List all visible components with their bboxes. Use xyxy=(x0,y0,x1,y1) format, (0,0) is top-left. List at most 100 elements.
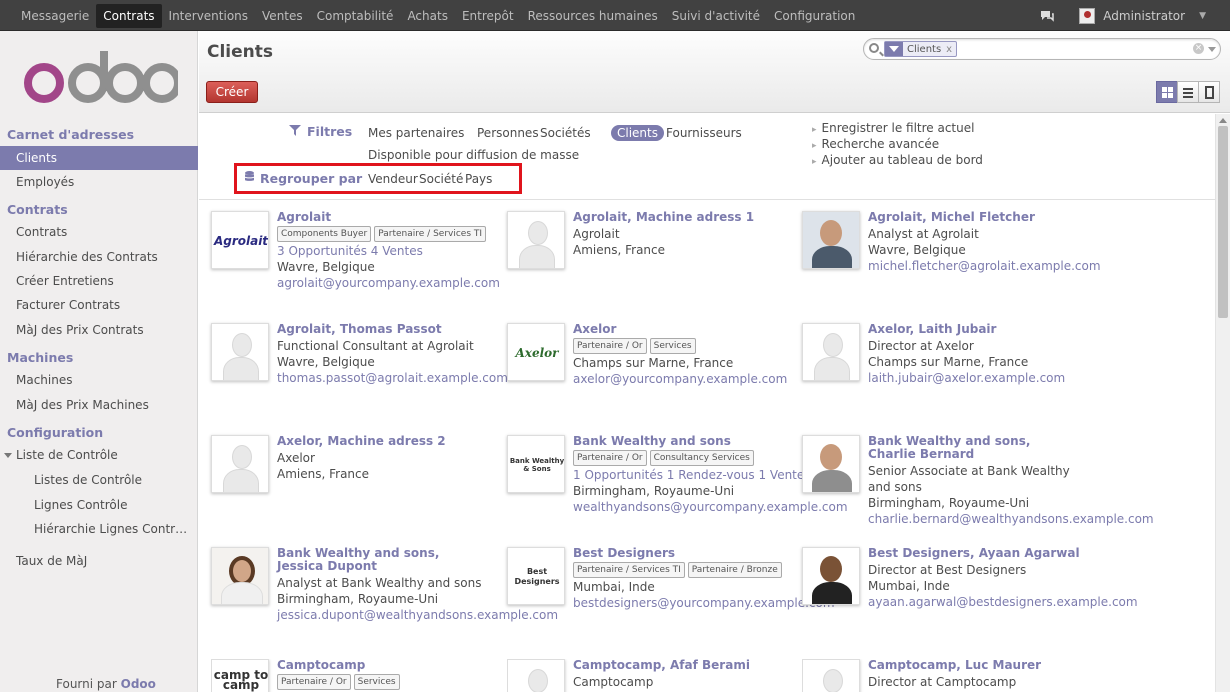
partner-email[interactable]: agrolait@yourcompany.example.com xyxy=(277,275,502,291)
list-view-icon[interactable] xyxy=(1177,81,1199,103)
partner-logo[interactable]: camp to camp xyxy=(211,659,269,692)
caret-down-icon[interactable] xyxy=(4,453,12,458)
topnav-entrepot[interactable]: Entrepôt xyxy=(455,4,521,28)
topnav-ventes[interactable]: Ventes xyxy=(255,4,310,28)
chat-icon[interactable] xyxy=(1039,9,1055,23)
filters-section[interactable]: Filtres xyxy=(289,124,352,139)
topnav-suivi-activite[interactable]: Suivi d'activité xyxy=(665,4,767,28)
partner-email[interactable]: bestdesigners@yourcompany.example.com xyxy=(573,595,835,611)
user-menu[interactable]: Administrator xyxy=(1103,9,1185,23)
scroll-up-icon[interactable] xyxy=(1219,118,1227,123)
kanban-card[interactable]: Axelor, Machine adress 2 Axelor Amiens, … xyxy=(211,435,496,535)
partner-avatar[interactable] xyxy=(802,435,860,493)
partner-email[interactable]: ayaan.agarwal@bestdesigners.example.com xyxy=(868,594,1138,610)
kanban-card[interactable]: Agrolait Agrolait Components Buyer Parten… xyxy=(211,211,500,311)
kanban-card[interactable]: Bank Wealthy and sons, Charlie Bernard S… xyxy=(802,435,1154,535)
kanban-card[interactable]: Agrolait, Michel Fletcher Analyst at Agr… xyxy=(802,211,1101,311)
topnav-comptabilite[interactable]: Comptabilité xyxy=(310,4,401,28)
partner-email[interactable]: michel.fletcher@agrolait.example.com xyxy=(868,258,1101,274)
kanban-card[interactable]: Bank Wealthy & Sons Bank Wealthy and son… xyxy=(507,435,848,535)
search-facet-clients[interactable]: Clients x xyxy=(884,41,958,57)
save-filter-action[interactable]: Enregistrer le filtre actuel xyxy=(812,121,975,135)
filter-societes[interactable]: Sociétés xyxy=(540,126,591,140)
partner-email[interactable]: charlie.bernard@wealthyandsons.example.c… xyxy=(868,511,1154,527)
partner-name[interactable]: Bank Wealthy and sons, Charlie Bernard xyxy=(868,435,1058,461)
sidebar-item-employes[interactable]: Employés xyxy=(0,170,198,194)
kanban-card[interactable]: Best Designers Best Designers Partenaire… xyxy=(507,547,835,647)
sidebar-item-machines[interactable]: Machines xyxy=(0,368,198,392)
kanban-card[interactable]: Camptocamp, Afaf Berami Camptocamp xyxy=(507,659,792,692)
sidebar-item-lignes-controle[interactable]: Lignes Contrôle xyxy=(0,493,198,517)
partner-logo[interactable]: Axelor xyxy=(507,323,565,381)
filter-mes-partenaires[interactable]: Mes partenaires xyxy=(368,126,464,140)
partner-name[interactable]: Best Designers, Ayaan Agarwal xyxy=(868,547,1118,560)
sidebar-item-liste-controle[interactable]: Liste de Contrôle xyxy=(0,443,198,467)
partner-name[interactable]: Bank Wealthy and sons, Jessica Dupont xyxy=(277,547,467,573)
topnav-ressources-humaines[interactable]: Ressources humaines xyxy=(521,4,665,28)
kanban-card[interactable]: Axelor, Laith Jubair Director at Axelor … xyxy=(802,323,1087,423)
partner-name[interactable]: Axelor, Laith Jubair xyxy=(868,323,1093,336)
partner-name[interactable]: Camptocamp xyxy=(277,659,496,672)
topnav-configuration[interactable]: Configuration xyxy=(767,4,862,28)
partner-logo[interactable]: Agrolait xyxy=(211,211,269,269)
kanban-card[interactable]: Bank Wealthy and sons, Jessica Dupont An… xyxy=(211,547,558,647)
partner-name[interactable]: Agrolait, Michel Fletcher xyxy=(868,211,1093,224)
partner-name[interactable]: Agrolait, Thomas Passot xyxy=(277,323,502,336)
sidebar-item-clients[interactable]: Clients xyxy=(0,146,198,170)
partner-email[interactable]: jessica.dupont@wealthyandsons.example.co… xyxy=(277,607,558,623)
sidebar-item-hierarchie-lignes[interactable]: Hiérarchie Lignes Contr… xyxy=(0,517,198,541)
scrollbar-thumb[interactable] xyxy=(1218,126,1228,318)
partner-name[interactable]: Best Designers xyxy=(573,547,818,560)
kanban-card[interactable]: camp to camp Camptocamp Partenaire / Or S… xyxy=(211,659,496,692)
sidebar-item-maj-prix-contrats[interactable]: MàJ des Prix Contrats xyxy=(0,318,198,342)
topnav-contrats[interactable]: Contrats xyxy=(96,3,162,28)
partner-avatar[interactable] xyxy=(802,211,860,269)
kanban-card[interactable]: Agrolait, Machine adress 1 Agrolait Amie… xyxy=(507,211,792,311)
sidebar-item-facturer[interactable]: Facturer Contrats xyxy=(0,293,198,317)
partner-avatar[interactable] xyxy=(211,323,269,381)
advanced-search-action[interactable]: Recherche avancée xyxy=(812,137,940,151)
partner-avatar[interactable] xyxy=(802,323,860,381)
sidebar-item-hierarchie[interactable]: Hiérarchie des Contrats xyxy=(0,245,198,269)
filter-personnes[interactable]: Personnes xyxy=(477,126,539,140)
partner-email[interactable]: laith.jubair@axelor.example.com xyxy=(868,370,1093,386)
add-to-dashboard-action[interactable]: Ajouter au tableau de bord xyxy=(812,153,983,167)
partner-name[interactable]: Camptocamp, Luc Maurer xyxy=(868,659,1087,672)
clear-search-icon[interactable]: × xyxy=(1193,43,1204,54)
sidebar-item-contrats[interactable]: Contrats xyxy=(0,220,198,244)
partner-avatar[interactable] xyxy=(802,659,860,692)
partner-name[interactable]: Bank Wealthy and sons xyxy=(573,435,818,448)
filter-clients[interactable]: Clients xyxy=(611,125,664,141)
kanban-card[interactable]: Agrolait, Thomas Passot Functional Consu… xyxy=(211,323,508,423)
partner-avatar[interactable] xyxy=(507,659,565,692)
filter-diffusion[interactable]: Disponible pour diffusion de masse xyxy=(368,148,579,162)
kanban-card[interactable]: Axelor Axelor Partenaire / Or Services Ch… xyxy=(507,323,792,423)
partner-avatar[interactable] xyxy=(211,547,269,605)
partner-name[interactable]: Axelor, Machine adress 2 xyxy=(277,435,502,448)
partner-name[interactable]: Camptocamp, Afaf Berami xyxy=(573,659,792,672)
form-view-icon[interactable] xyxy=(1198,81,1220,103)
kanban-card[interactable]: Camptocamp, Luc Maurer Director at Campt… xyxy=(802,659,1087,692)
sidebar-item-taux[interactable]: Taux de MàJ xyxy=(0,549,198,573)
partner-avatar[interactable] xyxy=(211,435,269,493)
partner-stats-link[interactable]: 1 Opportunités 1 Rendez-vous 1 Ventes xyxy=(573,467,818,483)
partner-email[interactable]: axelor@yourcompany.example.com xyxy=(573,371,798,387)
partner-logo[interactable]: Best Designers xyxy=(507,547,565,605)
partner-logo[interactable]: Bank Wealthy & Sons xyxy=(507,435,565,493)
remove-facet-icon[interactable]: x xyxy=(946,44,952,55)
partner-stats-link[interactable]: 3 Opportunités 4 Ventes xyxy=(277,243,502,259)
partner-name[interactable]: Agrolait xyxy=(277,211,502,224)
topnav-interventions[interactable]: Interventions xyxy=(162,4,256,28)
scrollbar[interactable] xyxy=(1215,114,1230,692)
filter-fournisseurs[interactable]: Fournisseurs xyxy=(666,126,742,140)
odoo-link[interactable]: Odoo xyxy=(121,677,156,691)
user-avatar[interactable] xyxy=(1079,7,1096,24)
partner-email[interactable]: thomas.passot@agrolait.example.com xyxy=(277,370,508,386)
topnav-messagerie[interactable]: Messagerie xyxy=(14,4,96,28)
sidebar-item-entretiens[interactable]: Créer Entretiens xyxy=(0,269,198,293)
partner-avatar[interactable] xyxy=(507,211,565,269)
sidebar-item-maj-prix-machines[interactable]: MàJ des Prix Machines xyxy=(0,393,198,417)
partner-name[interactable]: Agrolait, Machine adress 1 xyxy=(573,211,798,224)
partner-email[interactable]: wealthyandsons@yourcompany.example.com xyxy=(573,499,848,515)
kanban-view-icon[interactable] xyxy=(1156,81,1178,103)
